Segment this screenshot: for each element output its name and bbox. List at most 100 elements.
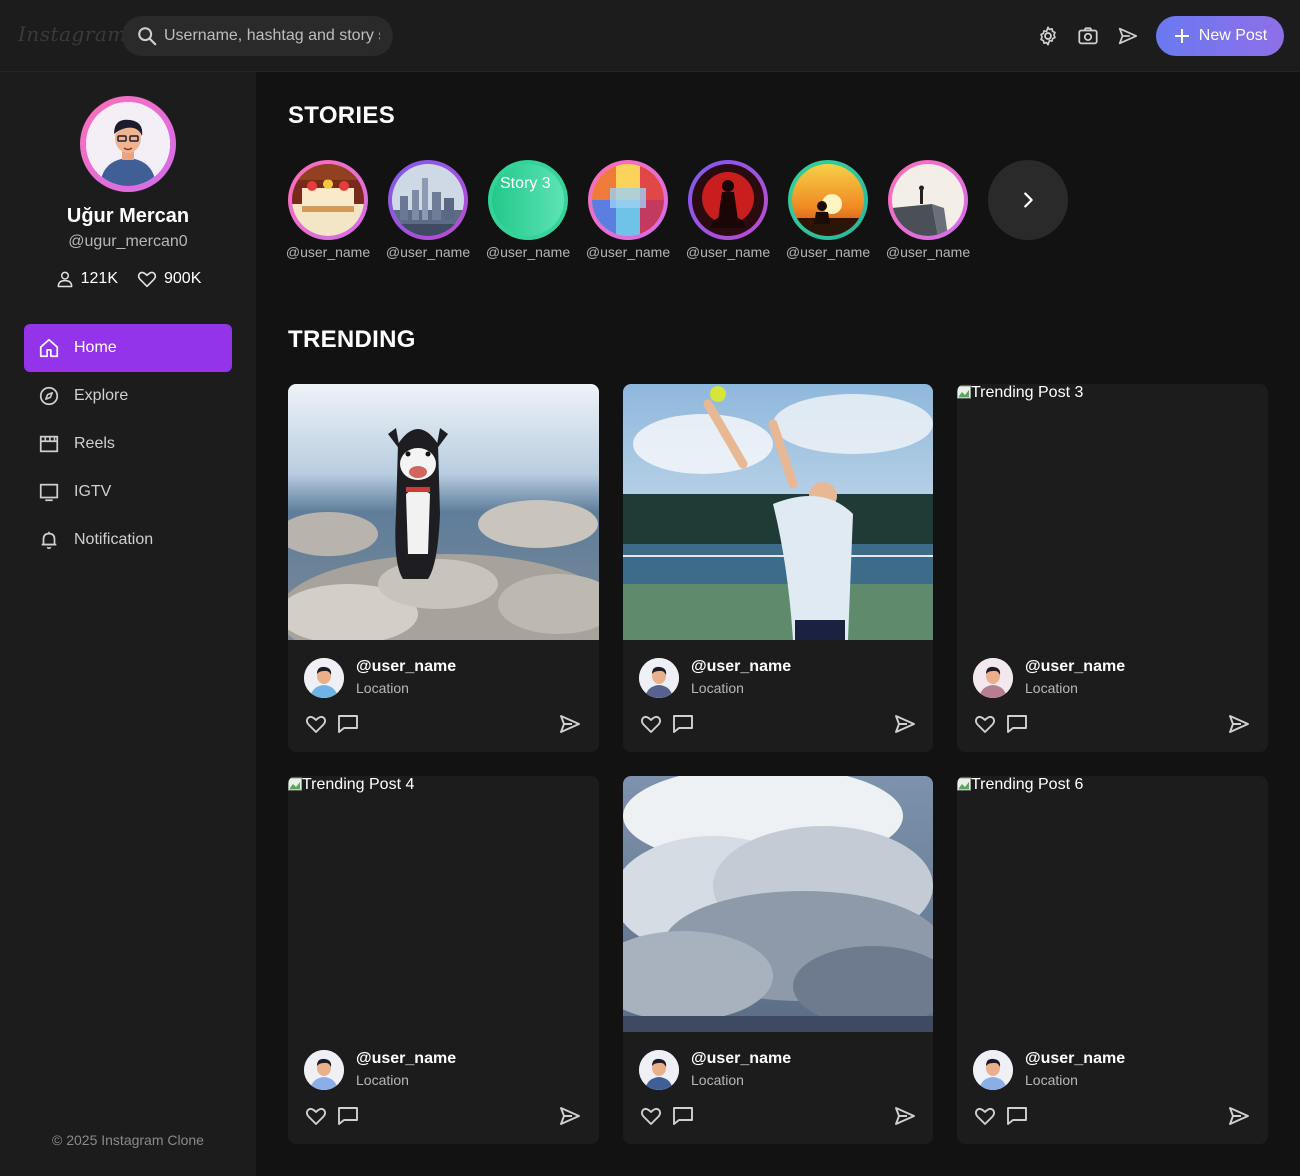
story-item[interactable]: @user_name — [885, 160, 971, 260]
story-item[interactable]: @user_name — [285, 160, 371, 260]
broken-image-alt: Trending Post 6 — [971, 776, 1084, 793]
post-author-avatar[interactable] — [304, 1050, 344, 1090]
story-item[interactable]: @user_name — [686, 160, 770, 260]
post-username[interactable]: @user_name — [691, 1050, 791, 1068]
tv-icon — [39, 483, 59, 502]
story-username: @user_name — [785, 244, 871, 260]
story-item[interactable]: Story 3 @user_name — [486, 160, 570, 260]
post-author-avatar[interactable] — [639, 1050, 679, 1090]
stories-next-button[interactable] — [988, 160, 1068, 240]
sidebar-item-explore[interactable]: Explore — [24, 372, 232, 420]
comment-icon[interactable] — [1005, 1104, 1029, 1128]
share-send-icon[interactable] — [558, 1104, 582, 1128]
trending-heading: TRENDING — [288, 326, 416, 353]
profile-stats: 121K 900K — [0, 268, 256, 290]
comment-icon[interactable] — [671, 1104, 695, 1128]
sidebar-item-igtv[interactable]: IGTV — [24, 468, 232, 516]
story-image: Story 3 — [492, 164, 564, 236]
search-bar[interactable] — [122, 16, 393, 56]
followers-count: 121K — [80, 270, 118, 287]
top-bar: Instagram New Post — [0, 0, 1300, 72]
footer-copyright: © 2025 Instagram Clone — [52, 1132, 204, 1148]
send-icon[interactable] — [1116, 24, 1140, 48]
story-item[interactable]: @user_name — [585, 160, 671, 260]
broken-image-alt: Trending Post 3 — [971, 384, 1084, 401]
story-username: @user_name — [285, 244, 371, 260]
post-image[interactable]: Trending Post 4 — [288, 776, 599, 1032]
comment-icon[interactable] — [1005, 712, 1029, 736]
sidebar-item-label: Reels — [74, 435, 115, 452]
stories-heading: STORIES — [288, 102, 396, 129]
post-author-avatar[interactable] — [304, 658, 344, 698]
post-card: @user_name Location — [623, 384, 933, 752]
clapperboard-icon — [39, 435, 59, 453]
story-image — [792, 164, 864, 236]
post-location: Location — [356, 1072, 409, 1088]
share-send-icon[interactable] — [893, 1104, 917, 1128]
broken-image-alt: Story 3 — [500, 175, 551, 192]
share-send-icon[interactable] — [558, 712, 582, 736]
post-card: Trending Post 3 @user_name Location — [957, 384, 1268, 752]
compass-icon — [39, 386, 59, 406]
chevron-right-icon — [1024, 192, 1033, 208]
like-heart-icon[interactable] — [973, 1104, 997, 1128]
story-image — [392, 164, 464, 236]
story-image — [592, 164, 664, 236]
post-username[interactable]: @user_name — [1025, 658, 1125, 676]
post-image[interactable]: Trending Post 6 — [957, 776, 1268, 1032]
sidebar-item-reels[interactable]: Reels — [24, 420, 232, 468]
sidebar: Uğur Mercan @ugur_mercan0 121K 900K Home… — [0, 72, 256, 1176]
like-heart-icon[interactable] — [639, 712, 663, 736]
sidebar-item-label: Explore — [74, 387, 129, 404]
share-send-icon[interactable] — [1227, 1104, 1251, 1128]
profile-handle: @ugur_mercan0 — [68, 233, 188, 250]
post-username[interactable]: @user_name — [691, 658, 791, 676]
story-username: @user_name — [885, 244, 971, 260]
post-image[interactable] — [288, 384, 599, 640]
plus-icon — [1174, 29, 1189, 43]
post-username[interactable]: @user_name — [1025, 1050, 1125, 1068]
story-image — [892, 164, 964, 236]
comment-icon[interactable] — [671, 712, 695, 736]
post-username[interactable]: @user_name — [356, 658, 456, 676]
post-author-avatar[interactable] — [973, 1050, 1013, 1090]
sidebar-item-notification[interactable]: Notification — [24, 516, 232, 564]
user-icon — [57, 271, 73, 288]
story-username: @user_name — [585, 244, 671, 260]
comment-icon[interactable] — [336, 1104, 360, 1128]
search-input[interactable] — [164, 27, 380, 45]
post-image[interactable] — [623, 776, 933, 1032]
settings-gear-icon[interactable] — [1036, 24, 1060, 48]
story-image — [292, 164, 364, 236]
post-image[interactable] — [623, 384, 933, 640]
post-location: Location — [691, 680, 744, 696]
broken-image: Trending Post 6 — [957, 776, 1083, 794]
new-post-button[interactable]: New Post — [1156, 16, 1284, 56]
share-send-icon[interactable] — [893, 712, 917, 736]
story-item[interactable]: @user_name — [785, 160, 871, 260]
app-logo[interactable]: Instagram — [18, 22, 127, 46]
sidebar-item-label: Home — [74, 339, 117, 356]
story-item[interactable]: @user_name — [386, 160, 470, 260]
camera-icon[interactable] — [1076, 24, 1100, 48]
broken-image-alt: Trending Post 4 — [302, 776, 415, 793]
like-heart-icon[interactable] — [639, 1104, 663, 1128]
comment-icon[interactable] — [336, 712, 360, 736]
profile-avatar[interactable] — [80, 96, 176, 192]
post-image[interactable]: Trending Post 3 — [957, 384, 1268, 640]
post-location: Location — [691, 1072, 744, 1088]
like-heart-icon[interactable] — [304, 1104, 328, 1128]
broken-image-icon — [957, 777, 971, 791]
like-heart-icon[interactable] — [973, 712, 997, 736]
share-send-icon[interactable] — [1227, 712, 1251, 736]
search-icon — [138, 27, 157, 46]
stories-row: @user_name @user_name Story 3 @user_name… — [285, 160, 1068, 260]
post-author-avatar[interactable] — [639, 658, 679, 698]
sidebar-item-home[interactable]: Home — [24, 324, 232, 372]
post-card: Trending Post 6 @user_name Location — [957, 776, 1268, 1144]
broken-image-icon — [957, 385, 971, 399]
post-card: @user_name Location — [623, 776, 933, 1144]
post-username[interactable]: @user_name — [356, 1050, 456, 1068]
post-author-avatar[interactable] — [973, 658, 1013, 698]
like-heart-icon[interactable] — [304, 712, 328, 736]
